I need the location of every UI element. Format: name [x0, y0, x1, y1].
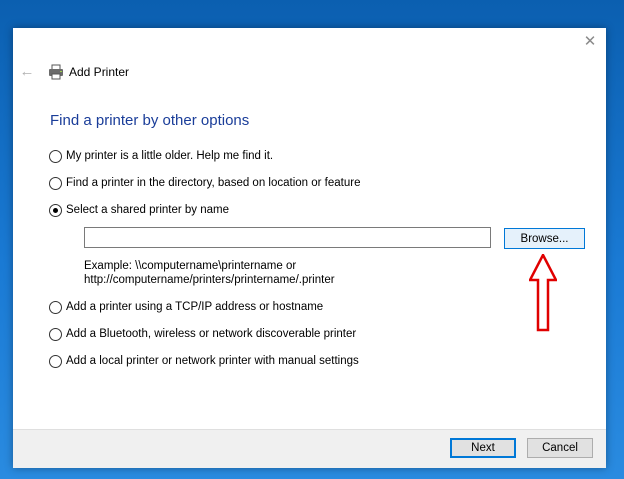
- printer-icon: [49, 64, 63, 80]
- add-printer-window: ✕ ← Add Printer Find a printer by other …: [13, 28, 606, 468]
- radio-directory-search[interactable]: [49, 176, 62, 190]
- option-label: Select a shared printer by name: [66, 204, 230, 216]
- red-up-arrow-annotation: [529, 254, 557, 332]
- radio-older-printer[interactable]: [49, 149, 62, 163]
- option-shared-printer[interactable]: Select a shared printer by name: [49, 202, 229, 218]
- next-button[interactable]: Next: [450, 438, 516, 458]
- example-text: Example: \\computername\printername or h…: [84, 259, 335, 287]
- example-line-2: http://computername/printers/printername…: [84, 274, 335, 286]
- option-label: Add a local printer or network printer w…: [66, 355, 359, 367]
- back-arrow-icon[interactable]: ←: [19, 64, 35, 80]
- radio-shared-printer[interactable]: [49, 203, 62, 217]
- option-bluetooth-wireless[interactable]: Add a Bluetooth, wireless or network dis…: [49, 326, 356, 342]
- option-directory-search[interactable]: Find a printer in the directory, based o…: [49, 175, 360, 191]
- close-icon[interactable]: ✕: [582, 34, 598, 50]
- example-line-1: Example: \\computername\printername or: [84, 260, 297, 272]
- shared-printer-name-input[interactable]: [84, 227, 491, 248]
- option-label: My printer is a little older. Help me fi…: [66, 150, 274, 162]
- browse-button[interactable]: Browse...: [504, 228, 585, 249]
- option-label: Add a printer using a TCP/IP address or …: [66, 301, 324, 313]
- option-label: Find a printer in the directory, based o…: [66, 177, 361, 189]
- radio-local-manual[interactable]: [49, 354, 62, 368]
- option-tcpip[interactable]: Add a printer using a TCP/IP address or …: [49, 299, 323, 315]
- cancel-button[interactable]: Cancel: [527, 438, 593, 458]
- radio-tcpip[interactable]: [49, 300, 62, 314]
- page-title: Find a printer by other options: [50, 112, 250, 129]
- window-title: Add Printer: [69, 65, 130, 79]
- radio-bluetooth-wireless[interactable]: [49, 327, 62, 341]
- option-label: Add a Bluetooth, wireless or network dis…: [66, 328, 357, 340]
- dialog-footer: Next Cancel: [13, 429, 606, 468]
- option-older-printer[interactable]: My printer is a little older. Help me fi…: [49, 148, 273, 164]
- option-local-manual[interactable]: Add a local printer or network printer w…: [49, 353, 359, 369]
